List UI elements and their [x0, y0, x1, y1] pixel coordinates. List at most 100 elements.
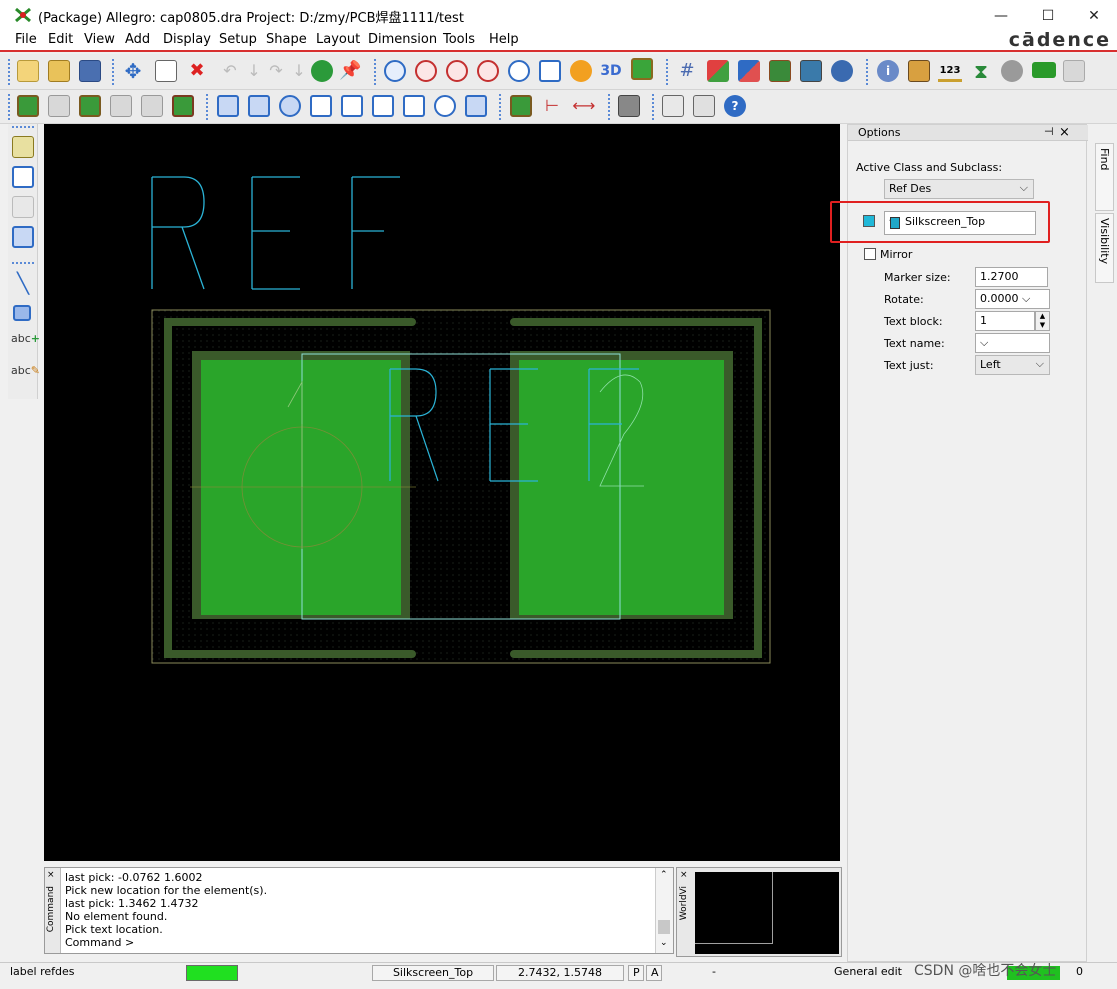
menu-help[interactable]: Help: [489, 32, 519, 47]
status-a-button[interactable]: A: [646, 965, 662, 981]
sequence-icon[interactable]: 123: [938, 60, 962, 82]
subclass-dropdown[interactable]: Silkscreen_Top ⌵: [884, 211, 1036, 235]
pin-panel-icon[interactable]: ⊣: [1044, 125, 1054, 138]
pad2[interactable]: [519, 360, 724, 615]
delete-icon[interactable]: ✖: [186, 60, 208, 82]
close-worldview-icon[interactable]: ×: [680, 870, 688, 880]
add-text-icon[interactable]: abc+: [11, 332, 40, 354]
manual-void-icon[interactable]: [341, 95, 363, 117]
minimize-button[interactable]: —: [978, 0, 1024, 31]
circle-void-icon[interactable]: [434, 95, 456, 117]
polygon-shape-icon[interactable]: [217, 95, 239, 117]
redo-icon[interactable]: ↷: [265, 60, 287, 82]
save-icon[interactable]: [79, 60, 101, 82]
toolbar-grip[interactable]: [374, 59, 377, 85]
text-name-combo[interactable]: ⌵: [975, 333, 1050, 353]
scroll-down-icon[interactable]: ⌄: [660, 938, 668, 948]
slide-icon[interactable]: [12, 166, 34, 188]
undo-list-icon[interactable]: ↓: [243, 60, 265, 82]
menu-layout[interactable]: Layout: [316, 32, 360, 47]
toolbar-grip[interactable]: [206, 94, 209, 120]
measure-icon[interactable]: [908, 60, 930, 82]
toolbar-grip[interactable]: [12, 126, 34, 129]
text-just-dropdown[interactable]: Left ⌵: [975, 355, 1050, 375]
toolbar-grip[interactable]: [112, 59, 115, 85]
zoom-points-icon[interactable]: [384, 60, 406, 82]
toolbar-grip[interactable]: [499, 94, 502, 120]
open-folder-icon[interactable]: [48, 60, 70, 82]
void-icon[interactable]: [172, 95, 194, 117]
add-line-icon[interactable]: ╲: [12, 272, 34, 294]
scroll-thumb[interactable]: [658, 920, 670, 934]
pad-icon[interactable]: [17, 95, 39, 117]
add-via-icon[interactable]: [1001, 60, 1023, 82]
hourglass-icon[interactable]: ⧗: [970, 60, 992, 82]
menu-dimension[interactable]: Dimension: [368, 32, 437, 47]
world-view-canvas[interactable]: [695, 872, 839, 954]
dimension-icon[interactable]: ⊢: [541, 95, 563, 117]
subclass-color-swatch[interactable]: [863, 215, 875, 227]
mail-icon[interactable]: [693, 95, 715, 117]
circle-shape-icon[interactable]: [279, 95, 301, 117]
class-dropdown[interactable]: Ref Des ⌵: [884, 179, 1034, 199]
3d-view-icon[interactable]: 3D: [599, 60, 623, 82]
redo-list-icon[interactable]: ↓: [288, 60, 310, 82]
stack-icon[interactable]: [769, 60, 791, 82]
menu-tools[interactable]: Tools: [443, 32, 475, 47]
info-icon[interactable]: i: [877, 60, 899, 82]
screenshot-icon[interactable]: [618, 95, 640, 117]
add-connect-icon[interactable]: [12, 136, 34, 158]
zoom-previous-icon[interactable]: [508, 60, 530, 82]
tab-find[interactable]: Find: [1095, 143, 1114, 211]
route-disabled-icon[interactable]: [12, 196, 34, 218]
delete-void-icon[interactable]: [403, 95, 425, 117]
zoom-fit-icon[interactable]: [415, 60, 437, 82]
command-prompt[interactable]: Command >: [65, 936, 645, 949]
text-block-spinner[interactable]: ▲ ▼: [1035, 311, 1050, 331]
pin-icon[interactable]: 📌: [339, 60, 361, 82]
toolbar-grip[interactable]: [666, 59, 669, 85]
zoom-world-icon[interactable]: [539, 60, 561, 82]
add-rectangle-icon[interactable]: [13, 305, 31, 321]
linear-dimension-icon[interactable]: ⟷: [572, 95, 596, 117]
text-block-input[interactable]: 1: [975, 311, 1035, 331]
toolbar-grip[interactable]: [608, 94, 611, 120]
shape-icon[interactable]: [79, 95, 101, 117]
windows-icon[interactable]: [662, 95, 684, 117]
edit-boundary-icon[interactable]: [372, 95, 394, 117]
scroll-up-icon[interactable]: ⌃: [660, 870, 668, 880]
copy-icon[interactable]: [155, 60, 177, 82]
status-p-button[interactable]: P: [628, 965, 644, 981]
close-button[interactable]: ✕: [1071, 0, 1117, 31]
refdes-text-large[interactable]: [151, 176, 400, 290]
select-shape-icon[interactable]: [310, 95, 332, 117]
toolbar-grip[interactable]: [866, 59, 869, 85]
disabled-tool-icon[interactable]: [1063, 60, 1085, 82]
drc-icon[interactable]: [800, 60, 822, 82]
void-disabled-icon[interactable]: [141, 95, 163, 117]
refdes-icon[interactable]: [1032, 62, 1056, 78]
zoom-out-icon[interactable]: [477, 60, 499, 82]
menu-view[interactable]: View: [84, 32, 115, 47]
shape-disabled-icon[interactable]: [110, 95, 132, 117]
rectangle-shape-icon[interactable]: [248, 95, 270, 117]
menu-file[interactable]: File: [15, 32, 37, 47]
menu-setup[interactable]: Setup: [219, 32, 257, 47]
close-command-icon[interactable]: ×: [47, 870, 55, 880]
flip-icon[interactable]: [631, 58, 653, 80]
grid-icon[interactable]: #: [676, 60, 698, 82]
new-file-icon[interactable]: [17, 60, 39, 82]
tab-visibility[interactable]: Visibility: [1095, 213, 1114, 283]
place-component-icon[interactable]: [510, 95, 532, 117]
board-icon[interactable]: [831, 60, 853, 82]
world-view-rect[interactable]: [695, 872, 773, 944]
color-icon[interactable]: [707, 60, 729, 82]
move-icon[interactable]: ✥: [122, 60, 144, 82]
menu-edit[interactable]: Edit: [48, 32, 73, 47]
toolbar-grip[interactable]: [652, 94, 655, 120]
layer-visibility-icon[interactable]: [738, 60, 760, 82]
help-icon[interactable]: ?: [724, 95, 746, 117]
menu-display[interactable]: Display: [163, 32, 211, 47]
toolbar-grip[interactable]: [12, 262, 34, 265]
maximize-button[interactable]: ☐: [1025, 0, 1071, 31]
